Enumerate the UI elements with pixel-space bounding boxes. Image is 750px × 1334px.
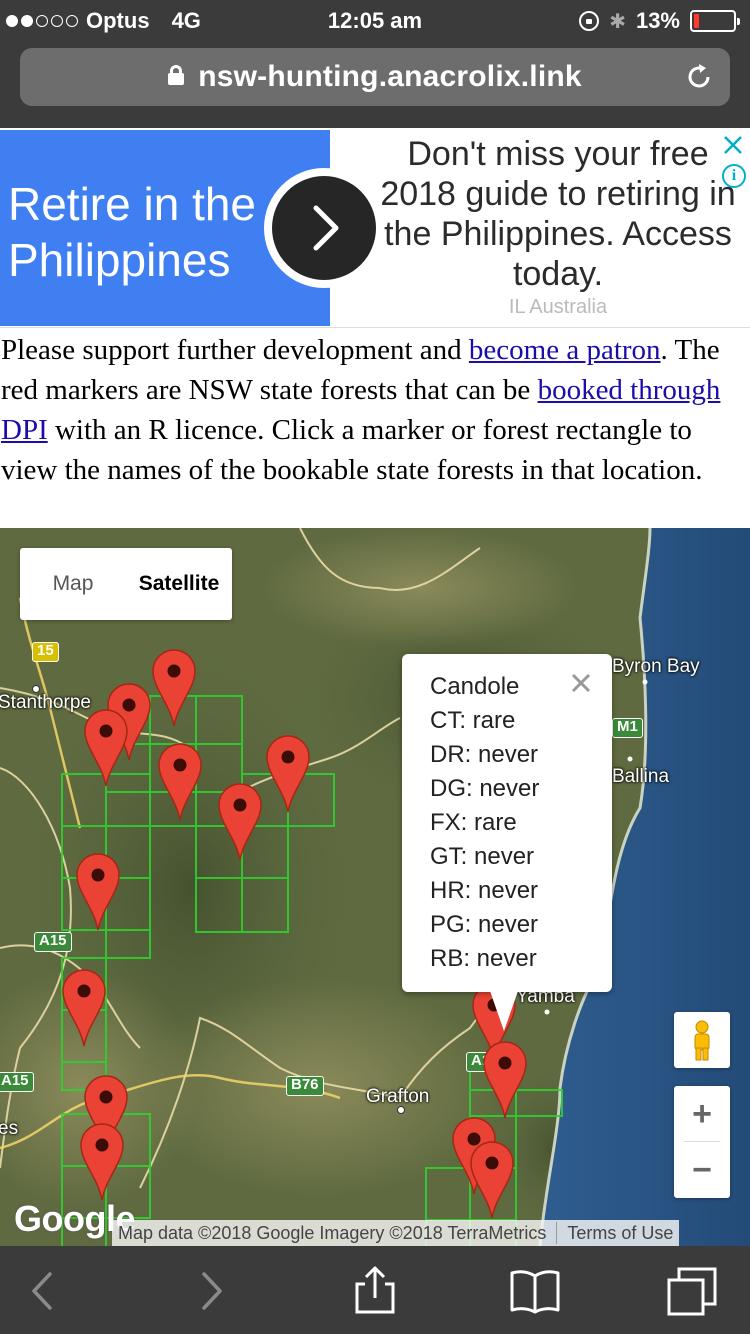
lock-icon: [168, 65, 185, 85]
ad-sponsor: IL Australia: [508, 296, 608, 318]
chevron-right-icon: [313, 205, 339, 251]
street-view-pegman[interactable]: [674, 1012, 730, 1068]
attribution-divider: [556, 1222, 558, 1244]
info-row: FX: rare: [430, 809, 517, 836]
info-row: DG: never: [430, 775, 540, 802]
map-type-control: Map Satellite: [20, 548, 232, 620]
share-icon[interactable]: [349, 1266, 401, 1316]
close-icon[interactable]: [570, 672, 592, 694]
ad-banner[interactable]: Retire in the Philippines Don't miss you…: [0, 128, 750, 328]
info-row: DR: never: [430, 741, 539, 768]
forest-marker[interactable]: [80, 1123, 124, 1201]
info-icon[interactable]: i: [722, 164, 746, 188]
map-type-satellite-button[interactable]: Satellite: [126, 548, 232, 620]
close-icon[interactable]: [722, 134, 744, 156]
info-window-pointer: [490, 991, 518, 1031]
forest-marker[interactable]: [218, 783, 262, 861]
forest-markers-layer: [62, 649, 527, 1219]
forest-marker[interactable]: [62, 969, 106, 1047]
intro-text-3: with an R licence. Click a marker or for…: [1, 414, 703, 486]
battery-icon: [690, 10, 740, 32]
orientation-lock-icon: [579, 11, 600, 31]
info-row: RB: never: [430, 945, 537, 972]
ad-title: Retire in the Philippines: [8, 178, 257, 286]
ad-open-button[interactable]: [272, 176, 376, 280]
forest-marker[interactable]: [84, 709, 128, 787]
forest-marker[interactable]: [470, 1141, 514, 1219]
battery-percent: 13%: [635, 8, 680, 33]
map-canvas[interactable]: Stanthorpe Byron Bay Ballina Grafton Yam…: [0, 528, 750, 1246]
forest-info-window: Candole CT: rare DR: never DG: never FX:…: [402, 654, 612, 992]
back-icon[interactable]: [18, 1266, 70, 1316]
address-bar[interactable]: nsw-hunting.anacrolix.link: [20, 48, 730, 106]
bluetooth-icon: ✱: [609, 10, 626, 33]
tabs-icon[interactable]: [666, 1266, 718, 1316]
reload-icon[interactable]: [684, 62, 714, 92]
info-row: HR: never: [430, 877, 539, 904]
forest-marker[interactable]: [266, 735, 310, 813]
forest-marker[interactable]: [152, 649, 196, 727]
forest-marker[interactable]: [158, 743, 202, 821]
zoom-in-button[interactable]: +: [674, 1086, 730, 1142]
map-data-credit: Map data ©2018 Google Imagery ©2018 Terr…: [118, 1222, 547, 1243]
intro-paragraph: Please support further development and b…: [1, 330, 750, 490]
info-row: PG: never: [430, 911, 539, 938]
url-text: nsw-hunting.anacrolix.link: [198, 60, 582, 93]
info-row: GT: never: [430, 843, 535, 870]
ad-copy[interactable]: Don't miss your free 2018 guide to retir…: [380, 134, 736, 294]
intro-text-1: Please support further development and: [1, 334, 469, 366]
bookmarks-icon[interactable]: [509, 1266, 561, 1316]
browser-top-chrome: Optus 4G 12:05 am ✱ 13% nsw-hunting.anac…: [0, 0, 750, 128]
zoom-control: + −: [674, 1086, 730, 1198]
pegman-icon: [694, 1020, 710, 1061]
map-type-map-button[interactable]: Map: [20, 548, 126, 620]
terms-of-use-link[interactable]: Terms of Use: [567, 1223, 673, 1244]
zoom-out-button[interactable]: −: [674, 1142, 730, 1198]
map-attribution: Map data ©2018 Google Imagery ©2018 Terr…: [112, 1220, 680, 1246]
browser-toolbar: [0, 1246, 750, 1334]
forward-icon[interactable]: [184, 1266, 236, 1316]
become-patron-link[interactable]: become a patron: [469, 334, 661, 366]
info-row: CT: rare: [430, 707, 516, 734]
forest-marker[interactable]: [76, 853, 120, 931]
forest-marker[interactable]: [483, 1041, 527, 1119]
status-bar: Optus 4G 12:05 am ✱ 13%: [0, 0, 750, 40]
